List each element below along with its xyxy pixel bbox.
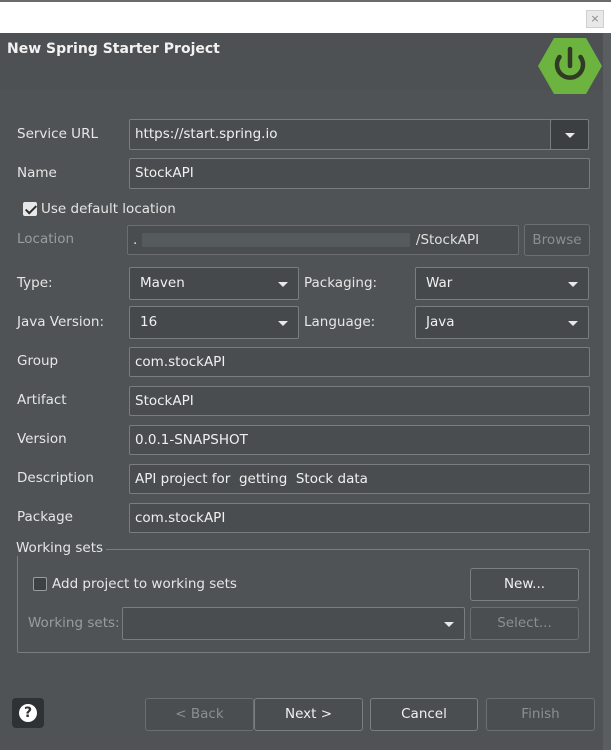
help-icon: ? xyxy=(19,704,37,722)
location-input: . /StockAPI xyxy=(127,225,519,255)
window-titlebar xyxy=(0,0,611,33)
working-sets-field-label: Working sets: xyxy=(28,615,120,631)
type-select-value: Maven xyxy=(140,275,185,291)
back-button[interactable]: < Back xyxy=(145,698,254,731)
spring-power-logo-icon xyxy=(538,38,602,94)
artifact-input[interactable]: StockAPI xyxy=(129,386,590,416)
artifact-label: Artifact xyxy=(17,392,67,408)
cancel-button[interactable]: Cancel xyxy=(370,698,478,731)
chevron-down-icon xyxy=(278,321,288,326)
add-to-working-sets-checkbox[interactable] xyxy=(33,577,47,591)
package-input[interactable]: com.stockAPI xyxy=(129,503,590,533)
window-close-button[interactable]: × xyxy=(586,10,604,28)
name-label: Name xyxy=(17,165,57,181)
packaging-select-value: War xyxy=(426,275,453,291)
service-url-input[interactable]: https://start.spring.io xyxy=(129,119,552,150)
next-button[interactable]: Next > xyxy=(254,698,363,731)
java-version-select[interactable]: 16 xyxy=(129,306,299,339)
dialog-title: New Spring Starter Project xyxy=(7,41,220,57)
location-suffix: /StockAPI xyxy=(415,232,480,248)
vertical-scrollbar[interactable] xyxy=(603,33,611,750)
group-label: Group xyxy=(17,353,59,369)
service-url-dropdown-button[interactable] xyxy=(550,119,589,150)
packaging-select[interactable]: War xyxy=(415,267,589,300)
chevron-down-icon xyxy=(568,282,578,287)
description-label: Description xyxy=(17,470,94,486)
type-select[interactable]: Maven xyxy=(129,267,299,300)
use-default-location-checkbox[interactable] xyxy=(23,202,37,216)
location-label: Location xyxy=(17,231,75,247)
chevron-down-icon xyxy=(444,622,454,627)
version-input[interactable]: 0.0.1-SNAPSHOT xyxy=(129,425,590,455)
java-version-select-value: 16 xyxy=(140,314,158,330)
working-sets-select[interactable] xyxy=(122,607,465,640)
language-select-value: Java xyxy=(426,314,455,330)
type-label: Type: xyxy=(17,275,53,291)
group-input[interactable]: com.stockAPI xyxy=(129,347,590,377)
description-input[interactable]: API project for getting Stock data xyxy=(129,464,590,494)
chevron-down-icon xyxy=(568,321,578,326)
help-button[interactable]: ? xyxy=(12,698,44,728)
name-input[interactable]: StockAPI xyxy=(129,158,590,189)
browse-button[interactable]: Browse xyxy=(524,224,590,256)
packaging-label: Packaging: xyxy=(304,275,378,291)
location-prefix: . xyxy=(133,232,138,248)
package-label: Package xyxy=(17,509,73,525)
working-sets-group-label: Working sets xyxy=(16,540,107,556)
chevron-down-icon xyxy=(278,282,288,287)
java-version-label: Java Version: xyxy=(17,314,104,330)
chevron-down-icon xyxy=(565,133,575,138)
new-working-set-button[interactable]: New... xyxy=(470,568,579,601)
language-select[interactable]: Java xyxy=(415,306,589,339)
use-default-location-label: Use default location xyxy=(41,201,176,217)
service-url-label: Service URL xyxy=(17,126,98,142)
language-label: Language: xyxy=(304,314,376,330)
add-to-working-sets-label: Add project to working sets xyxy=(52,576,237,592)
select-working-sets-button[interactable]: Select... xyxy=(470,607,579,640)
finish-button[interactable]: Finish xyxy=(486,698,595,731)
location-redacted-path xyxy=(141,233,410,247)
version-label: Version xyxy=(17,431,67,447)
